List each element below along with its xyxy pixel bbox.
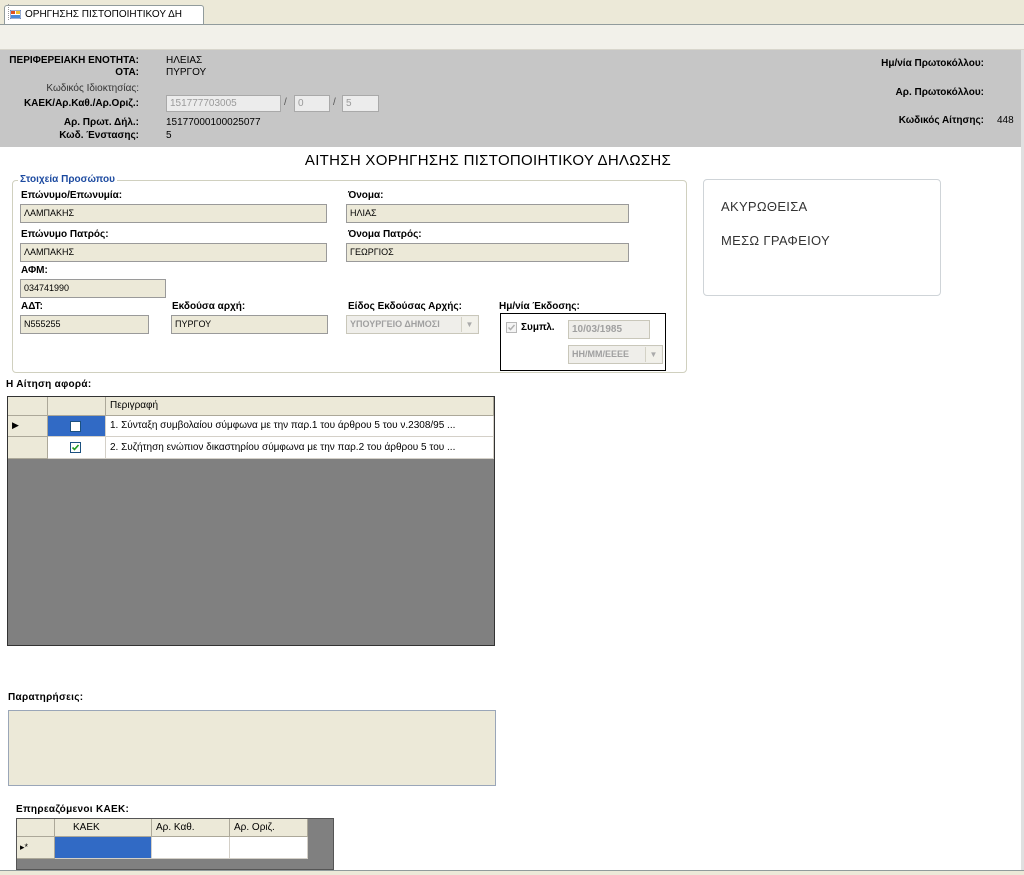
issuing-authority-field[interactable]: ΠΥΡΓΟΥ xyxy=(171,315,328,334)
adt-label: ΑΔΤ: xyxy=(21,301,43,312)
current-row-arrow-icon: ▶ xyxy=(12,420,19,430)
name-field[interactable]: ΗΛΙΑΣ xyxy=(346,204,629,223)
remarks-label: Παρατηρήσεις: xyxy=(8,692,84,703)
kaek-label: ΚΑΕΚ/Αρ.Καθ./Αρ.Οριζ.: xyxy=(23,98,139,109)
new-row-ar-kath-cell[interactable] xyxy=(152,837,230,859)
name-label: Όνομα: xyxy=(348,190,384,201)
kod-enstasis-label: Κωδ. Ένστασης: xyxy=(59,130,139,141)
father-name-field[interactable]: ΓΕΩΡΓΙΟΣ xyxy=(346,243,629,262)
issuing-authority-label: Εκδούσα αρχή: xyxy=(172,301,246,312)
perifereiaki-value: ΗΛΕΙΑΣ xyxy=(166,55,203,66)
row-2-checkbox[interactable] xyxy=(70,442,81,453)
ota-value: ΠΥΡΓΟΥ xyxy=(166,67,207,78)
im-protokollou-label: Ημ/νία Πρωτοκόλλου: xyxy=(881,58,984,69)
row-1-check-cell[interactable] xyxy=(48,416,106,437)
surname-field[interactable]: ΛΑΜΠΑΚΗΣ xyxy=(20,204,327,223)
kodikos-idioktisias-label: Κωδικός Ιδιοκτησίας: xyxy=(46,83,139,94)
authority-type-select[interactable]: ΥΠΟΥΡΓΕΙΟ ΔΗΜΟΣΙ ▼ xyxy=(346,315,479,334)
grid-header-kaek[interactable]: ΚΑΕΚ xyxy=(55,819,152,837)
grid-header-check[interactable] xyxy=(48,397,106,416)
checkmark-icon xyxy=(71,444,80,451)
request-label: Η Αίτηση αφορά: xyxy=(6,379,92,390)
request-grid: Περιγραφή ▶ 1. Σύνταξη συμβολαίου σύμφων… xyxy=(7,396,495,646)
ar-kath-input[interactable]: 0 xyxy=(294,95,330,112)
row-1-checkbox[interactable] xyxy=(70,421,81,432)
chevron-down-icon[interactable]: ▼ xyxy=(645,347,661,362)
kodikos-aitisis-label: Κωδικός Αίτησης: xyxy=(898,115,984,126)
status-panel: ΑΚΥΡΩΘΕΙΣΑ ΜΕΣΩ ΓΡΑΦΕΙΟΥ xyxy=(703,179,941,296)
afm-label: ΑΦΜ: xyxy=(21,265,48,276)
row-1-description[interactable]: 1. Σύνταξη συμβολαίου σύμφωνα με την παρ… xyxy=(106,416,494,437)
perifereiaki-label: ΠΕΡΙΦΕΡΕΙΑΚΗ ΕΝΟΤΗΤΑ: xyxy=(9,55,139,66)
tab-title: ΟΡΗΓΗΣΗΣ ΠΙΣΤΟΠΟΙΗΤΙΚΟΥ ΔΗ xyxy=(25,9,182,20)
ar-prot-dil-value: 15177000100025077 xyxy=(166,117,261,128)
kodikos-aitisis-value: 448 xyxy=(997,115,1014,126)
grid-corner xyxy=(17,819,55,837)
issue-date-field[interactable]: 10/03/1985 xyxy=(568,320,650,339)
affected-kaek-grid: ΚΑΕΚ Αρ. Καθ. Αρ. Οριζ. ▸* xyxy=(16,818,334,870)
date-format-value: ΗΗ/ΜΜ/ΕΕΕΕ xyxy=(572,349,630,359)
filled-label: Συμπλ. xyxy=(521,322,555,333)
grid-header-description[interactable]: Περιγραφή xyxy=(106,397,494,416)
kaek-separator-2: / xyxy=(333,97,336,108)
surname-label: Επώνυμο/Επωνυμία: xyxy=(21,190,123,201)
form-title: ΑΙΤΗΣΗ ΧΟΡΗΓΗΣΗΣ ΠΙΣΤΟΠΟΙΗΤΙΚΟΥ ΔΗΛΩΣΗΣ xyxy=(304,152,672,169)
affected-kaek-label: Επηρεαζόμενοι ΚΑΕΚ: xyxy=(16,804,130,815)
ar-oriz-input[interactable]: 5 xyxy=(342,95,379,112)
issue-date-label: Ημ/νία Έκδοσης: xyxy=(499,301,580,312)
kaek-input[interactable]: 151777703005 xyxy=(166,95,281,112)
row-2-check-cell[interactable] xyxy=(48,437,106,459)
new-row-kaek-cell[interactable] xyxy=(55,837,152,859)
ar-protokollou-label: Αρ. Πρωτοκόλλου: xyxy=(895,87,984,98)
kaek-separator-1: / xyxy=(284,97,287,108)
grid-corner xyxy=(8,397,48,416)
header-panel xyxy=(0,50,1024,147)
father-surname-label: Επώνυμο Πατρός: xyxy=(21,229,109,240)
row-2-description[interactable]: 2. Συζήτηση ενώπιον δικαστηρίου σύμφωνα … xyxy=(106,437,494,459)
father-name-label: Όνομα Πατρός: xyxy=(348,229,422,240)
row-selector[interactable] xyxy=(8,437,48,459)
grid-header-ar-oriz[interactable]: Αρ. Οριζ. xyxy=(230,819,308,837)
form-icon xyxy=(10,10,21,19)
father-surname-field[interactable]: ΛΑΜΠΑΚΗΣ xyxy=(20,243,327,262)
new-row-marker[interactable]: ▸* xyxy=(17,837,55,859)
toolbar-grip[interactable] xyxy=(8,4,10,20)
filled-checkbox[interactable] xyxy=(506,322,517,333)
ota-label: ΟΤΑ: xyxy=(115,67,139,78)
ar-prot-dil-label: Αρ. Πρωτ. Δήλ.: xyxy=(63,117,139,128)
remarks-textarea[interactable] xyxy=(8,710,496,786)
toolbar xyxy=(0,25,1024,50)
status-line-1: ΑΚΥΡΩΘΕΙΣΑ xyxy=(721,199,808,214)
checkmark-icon xyxy=(507,324,516,331)
person-group-legend: Στοιχεία Προσώπου xyxy=(18,174,117,185)
new-row-ar-oriz-cell[interactable] xyxy=(230,837,308,859)
kod-enstasis-value: 5 xyxy=(166,130,172,141)
window-bottom-edge xyxy=(0,870,1024,875)
chevron-down-icon[interactable]: ▼ xyxy=(461,317,477,332)
date-format-select[interactable]: ΗΗ/ΜΜ/ΕΕΕΕ ▼ xyxy=(568,345,663,364)
status-line-2: ΜΕΣΩ ΓΡΑΦΕΙΟΥ xyxy=(721,233,830,248)
authority-type-label: Είδος Εκδούσας Αρχής: xyxy=(348,301,462,312)
grid-header-ar-kath[interactable]: Αρ. Καθ. xyxy=(152,819,230,837)
afm-field[interactable]: 034741990 xyxy=(20,279,166,298)
authority-type-value: ΥΠΟΥΡΓΕΙΟ ΔΗΜΟΣΙ xyxy=(350,319,440,329)
row-selector[interactable]: ▶ xyxy=(8,416,48,437)
adt-field[interactable]: N555255 xyxy=(20,315,149,334)
document-tab[interactable]: ΟΡΗΓΗΣΗΣ ΠΙΣΤΟΠΟΙΗΤΙΚΟΥ ΔΗ xyxy=(4,5,204,24)
